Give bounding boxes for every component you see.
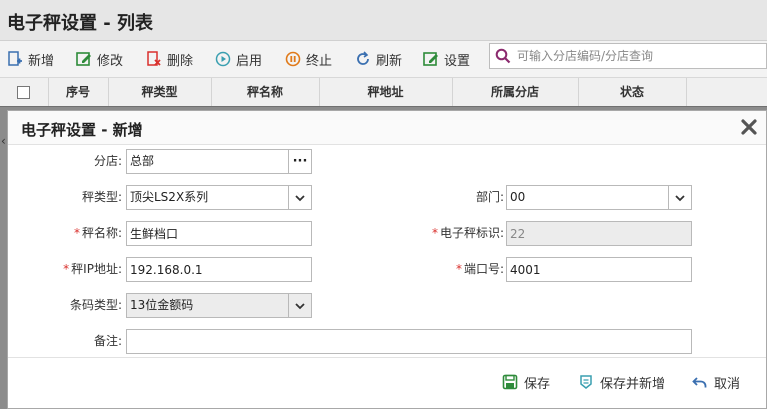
scale-name-input[interactable] [126,221,312,246]
barcode-type-label: 条码类型: [69,298,122,312]
required-mark: * [431,226,438,240]
required-mark: * [455,262,462,276]
play-icon [215,51,231,67]
scale-name-label-text: 秤名称: [81,226,122,240]
scale-id-input [506,221,692,246]
save-label: 保存 [524,376,551,392]
save-and-new-label: 保存并新增 [600,376,666,392]
dialog-footer: 保存 保存并新增 取消 [8,357,766,408]
add-label: 新增 [28,53,55,69]
save-new-icon [580,375,592,389]
stop-button[interactable]: 终止 [285,48,332,70]
scale-id-label: * 电子秤标识: [408,221,504,246]
dept-value: 00 [510,190,526,204]
pause-icon [285,51,301,67]
search-box [489,43,767,69]
delete-button[interactable]: 删除 [146,48,193,70]
scale-type-value: 顶尖LS2X系列 [130,190,209,204]
ip-input[interactable] [126,257,312,282]
search-input[interactable] [515,48,759,64]
cancel-button[interactable]: 取消 [692,372,740,392]
edit-label: 修改 [97,53,124,69]
settings-label: 设置 [444,53,471,69]
scale-name-label: * 秤名称: [8,221,122,246]
save-icon [502,374,518,390]
column-header[interactable]: 序号 [48,78,109,106]
edit-button[interactable]: 修改 [76,48,123,70]
column-header[interactable]: 所属分店 [452,78,579,106]
chevron-down-icon [295,302,305,309]
barcode-type-select[interactable]: 13位金额码 [126,293,312,318]
edit-icon [76,52,91,66]
chevron-down-icon [675,194,685,201]
port-input[interactable] [506,257,692,282]
add-icon [8,51,22,66]
branch-value: 总部 [130,154,155,168]
chevron-left-icon: ‹ [1,134,6,148]
scale-id-label-text: 电子秤标识: [439,226,504,240]
search-icon [495,48,511,64]
cancel-label: 取消 [714,376,741,392]
scale-type-select[interactable]: 顶尖LS2X系列 [126,185,312,210]
required-mark: * [73,226,80,240]
refresh-icon [357,51,369,65]
page-title: 电子秤设置 - 列表 [7,13,154,34]
port-label: * 端口号: [428,257,504,282]
stop-label: 终止 [306,53,333,69]
branch-lookup-button[interactable]: ··· [288,149,312,174]
save-and-new-button[interactable]: 保存并新增 [578,372,665,392]
refresh-button[interactable]: 刷新 [355,48,402,70]
grid-header: 序号 秤类型 秤名称 秤地址 所属分店 状态 [0,78,767,107]
refresh-label: 刷新 [376,53,403,69]
remark-input[interactable] [126,329,692,354]
select-all-checkbox[interactable] [17,86,30,99]
chevron-down-icon [295,194,305,201]
column-header[interactable]: 状态 [578,78,687,106]
add-scale-dialog: 电子秤设置 - 新增 分店: 总部 ··· 秤类型: 顶尖LS2X系列 部门: … [7,110,767,409]
port-label-text: 端口号: [463,262,504,276]
dept-select[interactable]: 00 [506,185,692,210]
dialog-header: 电子秤设置 - 新增 [8,111,766,145]
undo-icon [692,377,707,388]
page-title-bar: 电子秤设置 - 列表 [0,0,767,41]
dept-dropdown-button[interactable] [668,185,692,210]
delete-label: 删除 [167,53,194,69]
column-header[interactable]: 秤地址 [319,78,453,106]
dept-label: 部门: [475,190,504,204]
settings-icon [423,52,438,66]
settings-button[interactable]: 设置 [423,48,470,70]
scale-type-dropdown-button[interactable] [288,185,312,210]
close-icon[interactable] [740,118,758,136]
remark-label: 备注: [93,334,122,348]
column-header[interactable]: 秤名称 [211,78,320,106]
delete-icon [147,51,161,66]
ip-label-text: 秤IP地址: [71,262,122,276]
barcode-type-value: 13位金额码 [130,298,194,312]
save-button[interactable]: 保存 [502,372,550,392]
enable-button[interactable]: 启用 [215,48,262,70]
ip-label: * 秤IP地址: [8,257,122,282]
more-icon: ··· [292,153,308,169]
enable-label: 启用 [236,53,263,69]
select-all-cell [0,78,49,106]
branch-label: 分店: [93,154,122,168]
scale-type-label: 秤类型: [81,190,122,204]
required-mark: * [63,262,70,276]
dialog-title: 电子秤设置 - 新增 [21,121,143,139]
column-header[interactable]: 秤类型 [108,78,212,106]
branch-field[interactable]: 总部 ··· [126,149,312,174]
add-button[interactable]: 新增 [7,48,54,70]
barcode-type-dropdown-button[interactable] [288,293,312,318]
